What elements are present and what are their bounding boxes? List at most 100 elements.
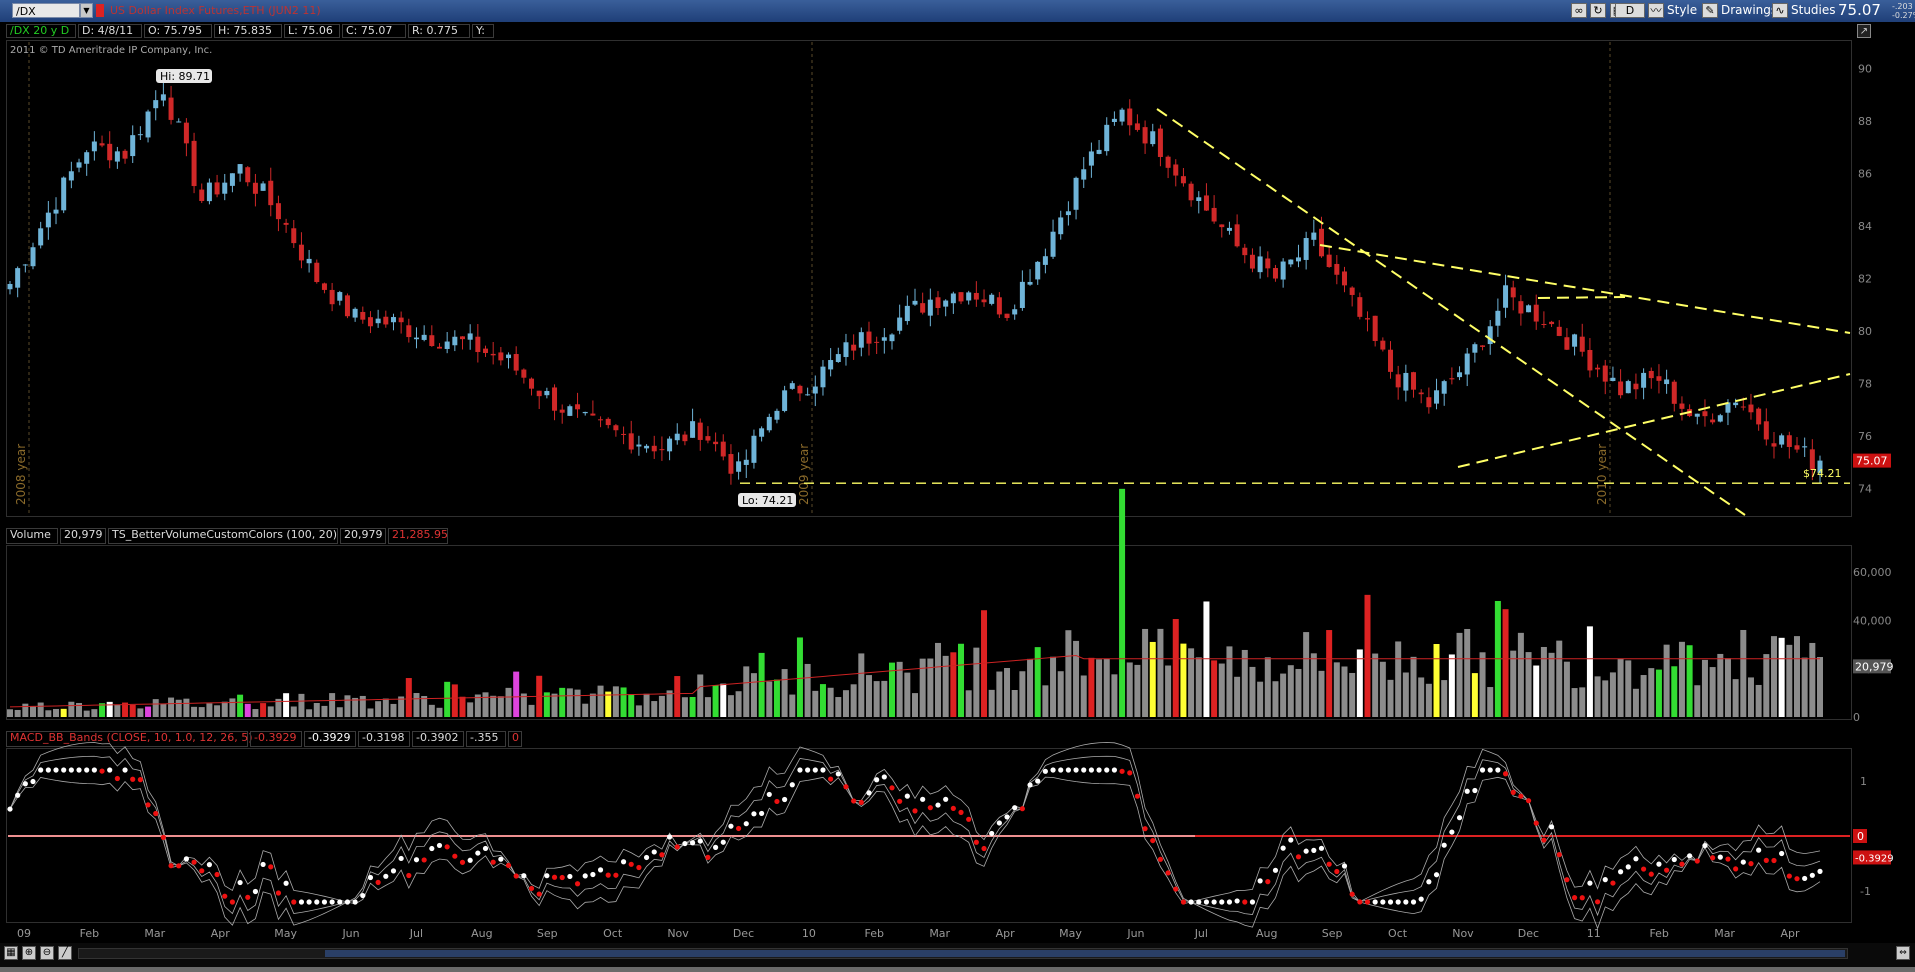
x-axis-label: Apr bbox=[996, 927, 1016, 940]
chart-type-icon[interactable]: 〰 bbox=[1648, 3, 1664, 18]
expand-icon[interactable]: ⇔ bbox=[1896, 946, 1910, 960]
price-axis-tick: 88 bbox=[1858, 115, 1872, 128]
x-axis-label: Apr bbox=[211, 927, 231, 940]
x-axis-label: Mar bbox=[1714, 927, 1735, 940]
macd-value-5: -.355 bbox=[466, 731, 506, 747]
link-icon[interactable]: ∞ bbox=[1571, 3, 1587, 18]
price-axis-tick: 86 bbox=[1858, 167, 1872, 180]
macd-axis-tick: 0 bbox=[1860, 830, 1867, 843]
x-axis-label: May bbox=[1059, 927, 1082, 940]
net-change: -.203 bbox=[1892, 2, 1913, 11]
volume-last-badge bbox=[1853, 659, 1891, 674]
macd-axis-tick: -1 bbox=[1860, 885, 1871, 898]
chart-toolbar: /DX ▼ US Dollar Index Futures,ETH (JUN2 … bbox=[0, 0, 1915, 23]
macd-value-6: 0 bbox=[508, 731, 522, 747]
x-axis-label: Nov bbox=[667, 927, 689, 940]
price-axis-tick: 76 bbox=[1858, 430, 1872, 443]
x-axis-label: Dec bbox=[1518, 927, 1539, 940]
x-axis-label: Jun bbox=[341, 927, 359, 940]
macd-last-badge bbox=[1853, 850, 1891, 865]
last-price-badge-label: 75.07 bbox=[1856, 455, 1888, 468]
x-axis-label: Sep bbox=[1322, 927, 1343, 940]
draw-line-icon[interactable]: ╱ bbox=[58, 946, 72, 960]
price-axis-tick: 82 bbox=[1858, 273, 1872, 286]
x-axis-label: Jun bbox=[1126, 927, 1144, 940]
period-label: /DX 20 y D bbox=[6, 24, 76, 38]
pencil-icon[interactable]: ✎ bbox=[1702, 3, 1718, 18]
symbol-description: US Dollar Index Futures,ETH (JUN2 11) bbox=[110, 4, 321, 17]
timeframe-button[interactable]: D bbox=[1615, 3, 1645, 18]
x-axis-label: Oct bbox=[603, 927, 623, 940]
macd-title: MACD_BB_Bands (CLOSE, 10, 1.0, 12, 26, 5… bbox=[6, 731, 253, 747]
symbol-dropdown-button[interactable]: ▼ bbox=[80, 3, 93, 18]
copyright-text: 2011 © TD Ameritrade IP Company, Inc. bbox=[10, 45, 213, 56]
macd-value-2: -0.3929 bbox=[304, 731, 356, 747]
volume-title: Volume bbox=[6, 528, 58, 544]
x-axis-label: 11 bbox=[1587, 927, 1601, 940]
date-label: D: 4/8/11 bbox=[78, 24, 142, 38]
macd-last-label: -0.3929 bbox=[1855, 853, 1894, 864]
high-label: H: 75.835 bbox=[214, 24, 282, 38]
symbol-flag-icon bbox=[96, 4, 104, 17]
volume-axis-tick: 60,000 bbox=[1853, 566, 1892, 579]
window-border bbox=[0, 967, 1915, 972]
y-label: Y: bbox=[472, 24, 494, 38]
x-axis-label: Sep bbox=[537, 927, 558, 940]
volume-axis-tick: 40,000 bbox=[1853, 614, 1892, 627]
price-axis-tick: 84 bbox=[1858, 220, 1872, 233]
zoom-in-icon[interactable]: ⊕ bbox=[22, 946, 36, 960]
x-axis-label: Aug bbox=[471, 927, 492, 940]
price-axis-tick: 78 bbox=[1858, 378, 1872, 391]
price-panel[interactable] bbox=[6, 40, 1852, 517]
macd-zero-badge-label: 0 bbox=[1857, 830, 1864, 843]
volume-axis-tick: 20,000 bbox=[1853, 663, 1892, 676]
volume-last-label: 20,979 bbox=[1855, 660, 1894, 673]
ohlc-info-bar: /DX 20 y D D: 4/8/11 O: 75.795 H: 75.835… bbox=[6, 24, 1852, 38]
x-axis-label: Mar bbox=[929, 927, 950, 940]
bottom-toolbar: ▦ ⊕ ⊖ ╱ ⇔ bbox=[0, 943, 1915, 972]
volume-axis-tick: 0 bbox=[1853, 711, 1860, 724]
horizontal-scrollbar[interactable] bbox=[78, 948, 1848, 959]
x-axis-label: Feb bbox=[1649, 927, 1668, 940]
symbol-input[interactable]: /DX bbox=[12, 3, 80, 18]
x-axis-label: Oct bbox=[1388, 927, 1408, 940]
percent-change: -0.27% bbox=[1892, 11, 1915, 20]
x-axis-label: Jul bbox=[1194, 927, 1208, 940]
macd-panel[interactable] bbox=[6, 748, 1852, 923]
zoom-out-icon[interactable]: ⊖ bbox=[40, 946, 54, 960]
price-axis-tick: 90 bbox=[1858, 62, 1872, 75]
x-axis-label: Mar bbox=[144, 927, 165, 940]
macd-axis-tick: 1 bbox=[1860, 775, 1867, 788]
close-label: C: 75.07 bbox=[342, 24, 406, 38]
x-axis-label: 09 bbox=[17, 927, 31, 940]
x-axis-label: Nov bbox=[1452, 927, 1474, 940]
x-axis-label: Jul bbox=[409, 927, 423, 940]
layout-icon[interactable]: ▦ bbox=[4, 946, 18, 960]
volume-average-value: 21,285.95 bbox=[388, 528, 448, 544]
maximize-icon[interactable]: ↗ bbox=[1857, 24, 1871, 38]
style-menu[interactable]: Style bbox=[1667, 3, 1697, 18]
x-axis-label: May bbox=[274, 927, 297, 940]
refresh-icon[interactable]: ↻ bbox=[1590, 3, 1606, 18]
studies-menu[interactable]: Studies bbox=[1791, 3, 1836, 18]
scrollbar-thumb[interactable] bbox=[325, 950, 1845, 957]
volume-panel[interactable] bbox=[6, 545, 1852, 720]
macd-value-4: -0.3902 bbox=[412, 731, 464, 747]
x-axis-label: Feb bbox=[80, 927, 99, 940]
range-label: R: 0.775 bbox=[408, 24, 470, 38]
volume-study-value: 20,979 bbox=[340, 528, 386, 544]
x-axis-label: Apr bbox=[1780, 927, 1800, 940]
studies-icon[interactable]: ∿ bbox=[1772, 3, 1788, 18]
last-price-badge bbox=[1853, 453, 1891, 468]
macd-header: MACD_BB_Bands (CLOSE, 10, 1.0, 12, 26, 5… bbox=[6, 731, 1852, 747]
last-price: 75.07 bbox=[1838, 1, 1881, 19]
x-axis-label: Feb bbox=[865, 927, 884, 940]
price-axis-tick: 74 bbox=[1858, 483, 1872, 496]
macd-value-1: -0.3929 bbox=[250, 731, 302, 747]
low-label: L: 75.06 bbox=[284, 24, 340, 38]
macd-zero-badge bbox=[1853, 829, 1867, 843]
price-axis-tick: 80 bbox=[1858, 325, 1872, 338]
macd-value-3: -0.3198 bbox=[358, 731, 410, 747]
drawings-menu[interactable]: Drawings bbox=[1721, 3, 1777, 18]
volume-study-label: TS_BetterVolumeCustomColors (100, 20) bbox=[108, 528, 338, 544]
